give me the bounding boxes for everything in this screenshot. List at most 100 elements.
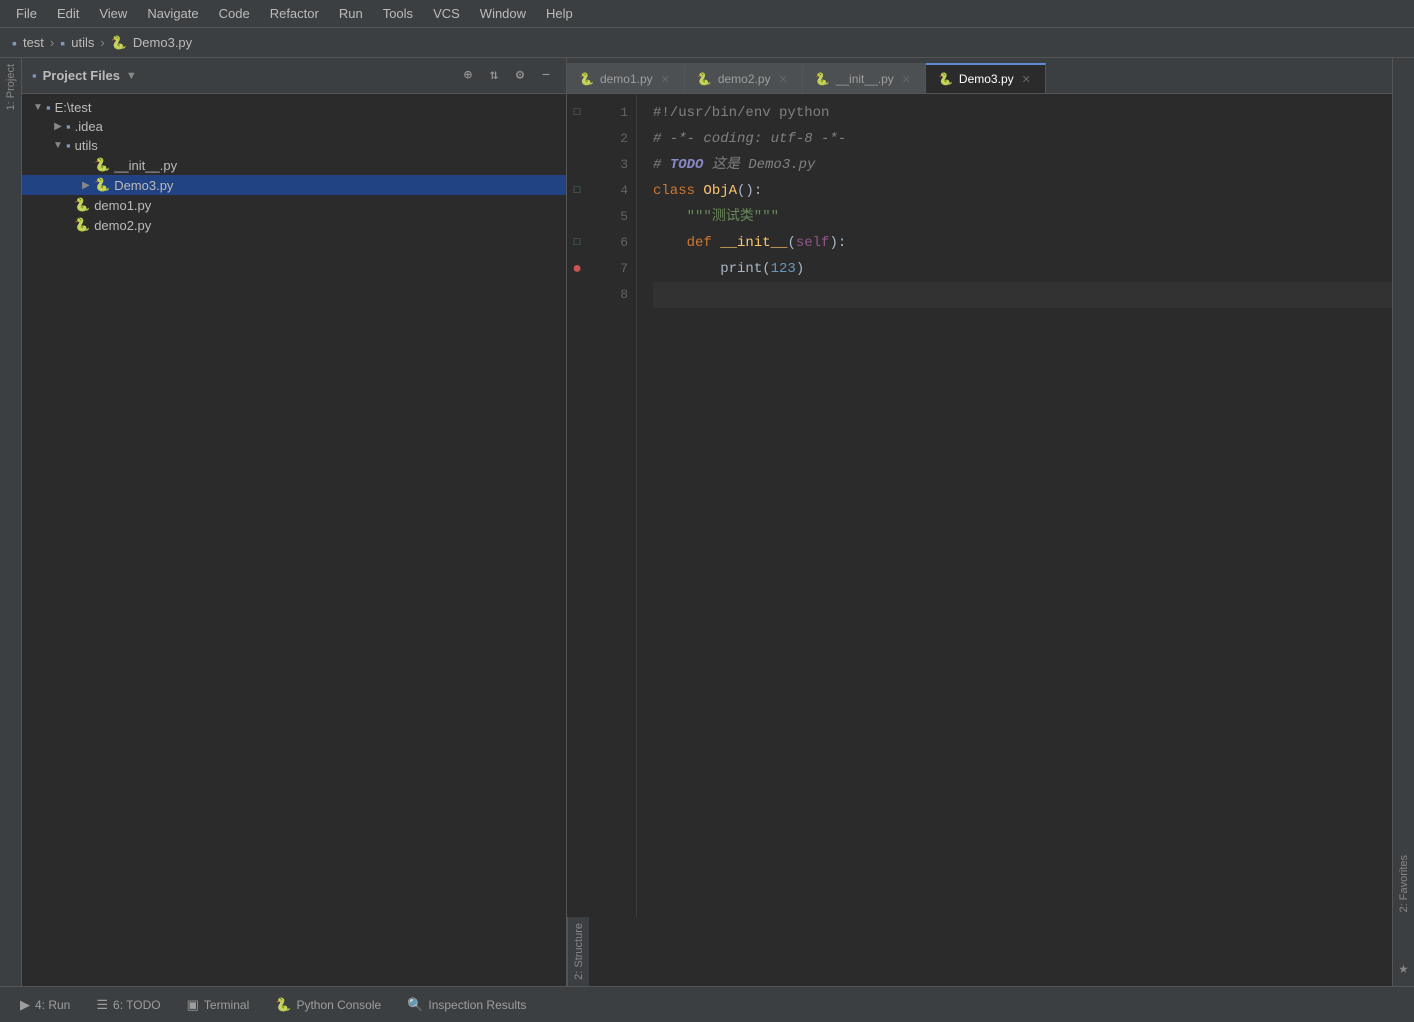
breadcrumb-subfolder[interactable]: utils <box>71 35 94 50</box>
code-shebang: #!/usr/bin/env python <box>653 100 829 126</box>
main-container: 1: Project ▪ Project Files ▼ ⊕ ⇅ ⚙ − ▼ <box>0 58 1414 986</box>
bottom-tab-run-label: 4: Run <box>35 998 70 1012</box>
line-num-3: 3 <box>587 152 628 178</box>
tab-demo2[interactable]: 🐍 demo2.py ✕ <box>685 63 803 93</box>
tab-demo3[interactable]: 🐍 Demo3.py ✕ <box>926 63 1046 93</box>
menu-code[interactable]: Code <box>211 3 258 24</box>
menu-navigate[interactable]: Navigate <box>139 3 206 24</box>
tab-close-demo3[interactable]: ✕ <box>1020 72 1033 87</box>
bottom-tab-run[interactable]: ▶ 4: Run <box>8 991 82 1019</box>
line-num-1: 1 <box>587 100 628 126</box>
structure-label[interactable]: 2: Structure <box>571 917 587 986</box>
project-dropdown-arrow[interactable]: ▼ <box>126 70 137 82</box>
project-label-text: 1: Project <box>3 58 19 116</box>
toolbar-minimize-icon[interactable]: − <box>536 66 556 86</box>
breadcrumb-file-icon: 🐍 <box>111 35 127 51</box>
tab-label-demo2: demo2.py <box>718 72 771 86</box>
code-docstring: """测试类""" <box>653 204 779 230</box>
tree-item-idea[interactable]: ▶ ▪ .idea <box>22 117 566 136</box>
favorites-label[interactable]: 2: Favorites <box>1396 849 1412 918</box>
project-title: ▪ Project Files ▼ <box>32 68 452 83</box>
bottom-bar: ▶ 4: Run ☰ 6: TODO ▣ Terminal 🐍 Python C… <box>0 986 1414 1022</box>
project-tree: ▼ ▪ E:\test ▶ ▪ .idea ▼ ▪ utils <box>22 94 566 986</box>
code-line-3: # TODO 这是 Demo3.py <box>653 152 1392 178</box>
gutter-5 <box>567 204 587 230</box>
code-class-name: ObjA <box>703 178 737 204</box>
tree-item-init[interactable]: 🐍 __init__.py <box>22 155 566 175</box>
gutter-6: □ <box>567 230 587 256</box>
tree-item-demo3[interactable]: ▶ 🐍 Demo3.py <box>22 175 566 195</box>
arrow-idea: ▶ <box>50 121 66 132</box>
tab-py-icon-init: 🐍 <box>815 72 830 86</box>
gutter-7: ● <box>567 256 587 282</box>
menu-file[interactable]: File <box>8 3 45 24</box>
code-line-5: """测试类""" <box>653 204 1392 230</box>
menu-run[interactable]: Run <box>331 3 371 24</box>
folder-icon-root: ▪ <box>46 100 51 115</box>
tab-close-demo2[interactable]: ✕ <box>777 72 790 87</box>
menu-help[interactable]: Help <box>538 3 581 24</box>
toolbar-settings-icon[interactable]: ⚙ <box>510 66 530 86</box>
tab-py-icon-demo2: 🐍 <box>697 72 712 86</box>
menu-view[interactable]: View <box>91 3 135 24</box>
code-self: self <box>796 230 830 256</box>
todo-icon: ☰ <box>96 997 108 1013</box>
editor-gutter: □ □ □ ● <box>567 94 587 917</box>
tab-demo1[interactable]: 🐍 demo1.py ✕ <box>567 63 685 93</box>
bottom-tab-terminal[interactable]: ▣ Terminal <box>175 991 262 1019</box>
project-folder-icon: ▪ <box>32 68 37 83</box>
line-num-6: 6 <box>587 230 628 256</box>
toolbar-collapse-icon[interactable]: ⇅ <box>484 66 504 86</box>
breadcrumb-file[interactable]: Demo3.py <box>133 35 192 50</box>
bottom-tab-inspection[interactable]: 🔍 Inspection Results <box>395 991 538 1019</box>
run-icon: ▶ <box>20 997 30 1013</box>
menu-edit[interactable]: Edit <box>49 3 87 24</box>
tree-item-demo2[interactable]: 🐍 demo2.py <box>22 215 566 235</box>
gutter-3 <box>567 152 587 178</box>
arrow-root: ▼ <box>30 102 46 113</box>
breadcrumb-root[interactable]: test <box>23 35 44 50</box>
bottom-tab-todo[interactable]: ☰ 6: TODO <box>84 991 172 1019</box>
tree-item-demo1[interactable]: 🐍 demo1.py <box>22 195 566 215</box>
python-console-icon: 🐍 <box>275 997 291 1013</box>
menu-refactor[interactable]: Refactor <box>262 3 327 24</box>
toolbar-scope-icon[interactable]: ⊕ <box>458 66 478 86</box>
code-content[interactable]: #!/usr/bin/env python # -*- coding: utf-… <box>637 94 1392 917</box>
bottom-tab-inspection-label: Inspection Results <box>428 998 526 1012</box>
breadcrumb-utils-icon: ▪ <box>60 35 65 51</box>
menu-bar: File Edit View Navigate Code Refactor Ru… <box>0 0 1414 28</box>
tree-label-root: E:\test <box>55 100 92 115</box>
terminal-icon: ▣ <box>187 997 199 1013</box>
arrow-utils: ▼ <box>50 140 66 151</box>
bottom-tab-python-console[interactable]: 🐍 Python Console <box>263 991 393 1019</box>
tab-close-init[interactable]: ✕ <box>900 72 913 87</box>
tab-py-icon-demo1: 🐍 <box>579 72 594 86</box>
gutter-1: □ <box>567 100 587 126</box>
breadcrumb-chevron1: › <box>50 35 54 50</box>
right-panel: 2: Structure <box>567 917 589 986</box>
bottom-tab-python-console-label: Python Console <box>296 998 381 1012</box>
line-num-5: 5 <box>587 204 628 230</box>
code-editor[interactable]: □ □ □ ● 1 2 3 4 5 6 7 8 <box>567 94 1392 917</box>
tabs-bar: 🐍 demo1.py ✕ 🐍 demo2.py ✕ 🐍 __init__.py … <box>567 58 1392 94</box>
code-line-4: class ObjA(): <box>653 178 1392 204</box>
py-icon-init: 🐍 <box>94 157 110 173</box>
code-print-close: ) <box>796 256 804 282</box>
tab-label-demo3: Demo3.py <box>959 72 1014 86</box>
favorites-star-icon[interactable]: ★ <box>1399 958 1409 978</box>
line-num-4: 4 <box>587 178 628 204</box>
tab-init[interactable]: 🐍 __init__.py ✕ <box>803 63 926 93</box>
code-print-call: print( <box>653 256 771 282</box>
menu-tools[interactable]: Tools <box>375 3 421 24</box>
menu-vcs[interactable]: VCS <box>425 3 468 24</box>
tree-item-root[interactable]: ▼ ▪ E:\test <box>22 98 566 117</box>
tree-item-utils[interactable]: ▼ ▪ utils <box>22 136 566 155</box>
tab-close-demo1[interactable]: ✕ <box>659 72 672 87</box>
line-num-7: 7 <box>587 256 628 282</box>
project-panel: ▪ Project Files ▼ ⊕ ⇅ ⚙ − ▼ ▪ E:\test <box>22 58 567 986</box>
code-class-parens: (): <box>737 178 762 204</box>
left-side: 1: Project ▪ Project Files ▼ ⊕ ⇅ ⚙ − ▼ <box>0 58 567 986</box>
code-line-6: def __init__(self): <box>653 230 1392 256</box>
project-side-label[interactable]: 1: Project <box>0 58 22 986</box>
menu-window[interactable]: Window <box>472 3 534 24</box>
